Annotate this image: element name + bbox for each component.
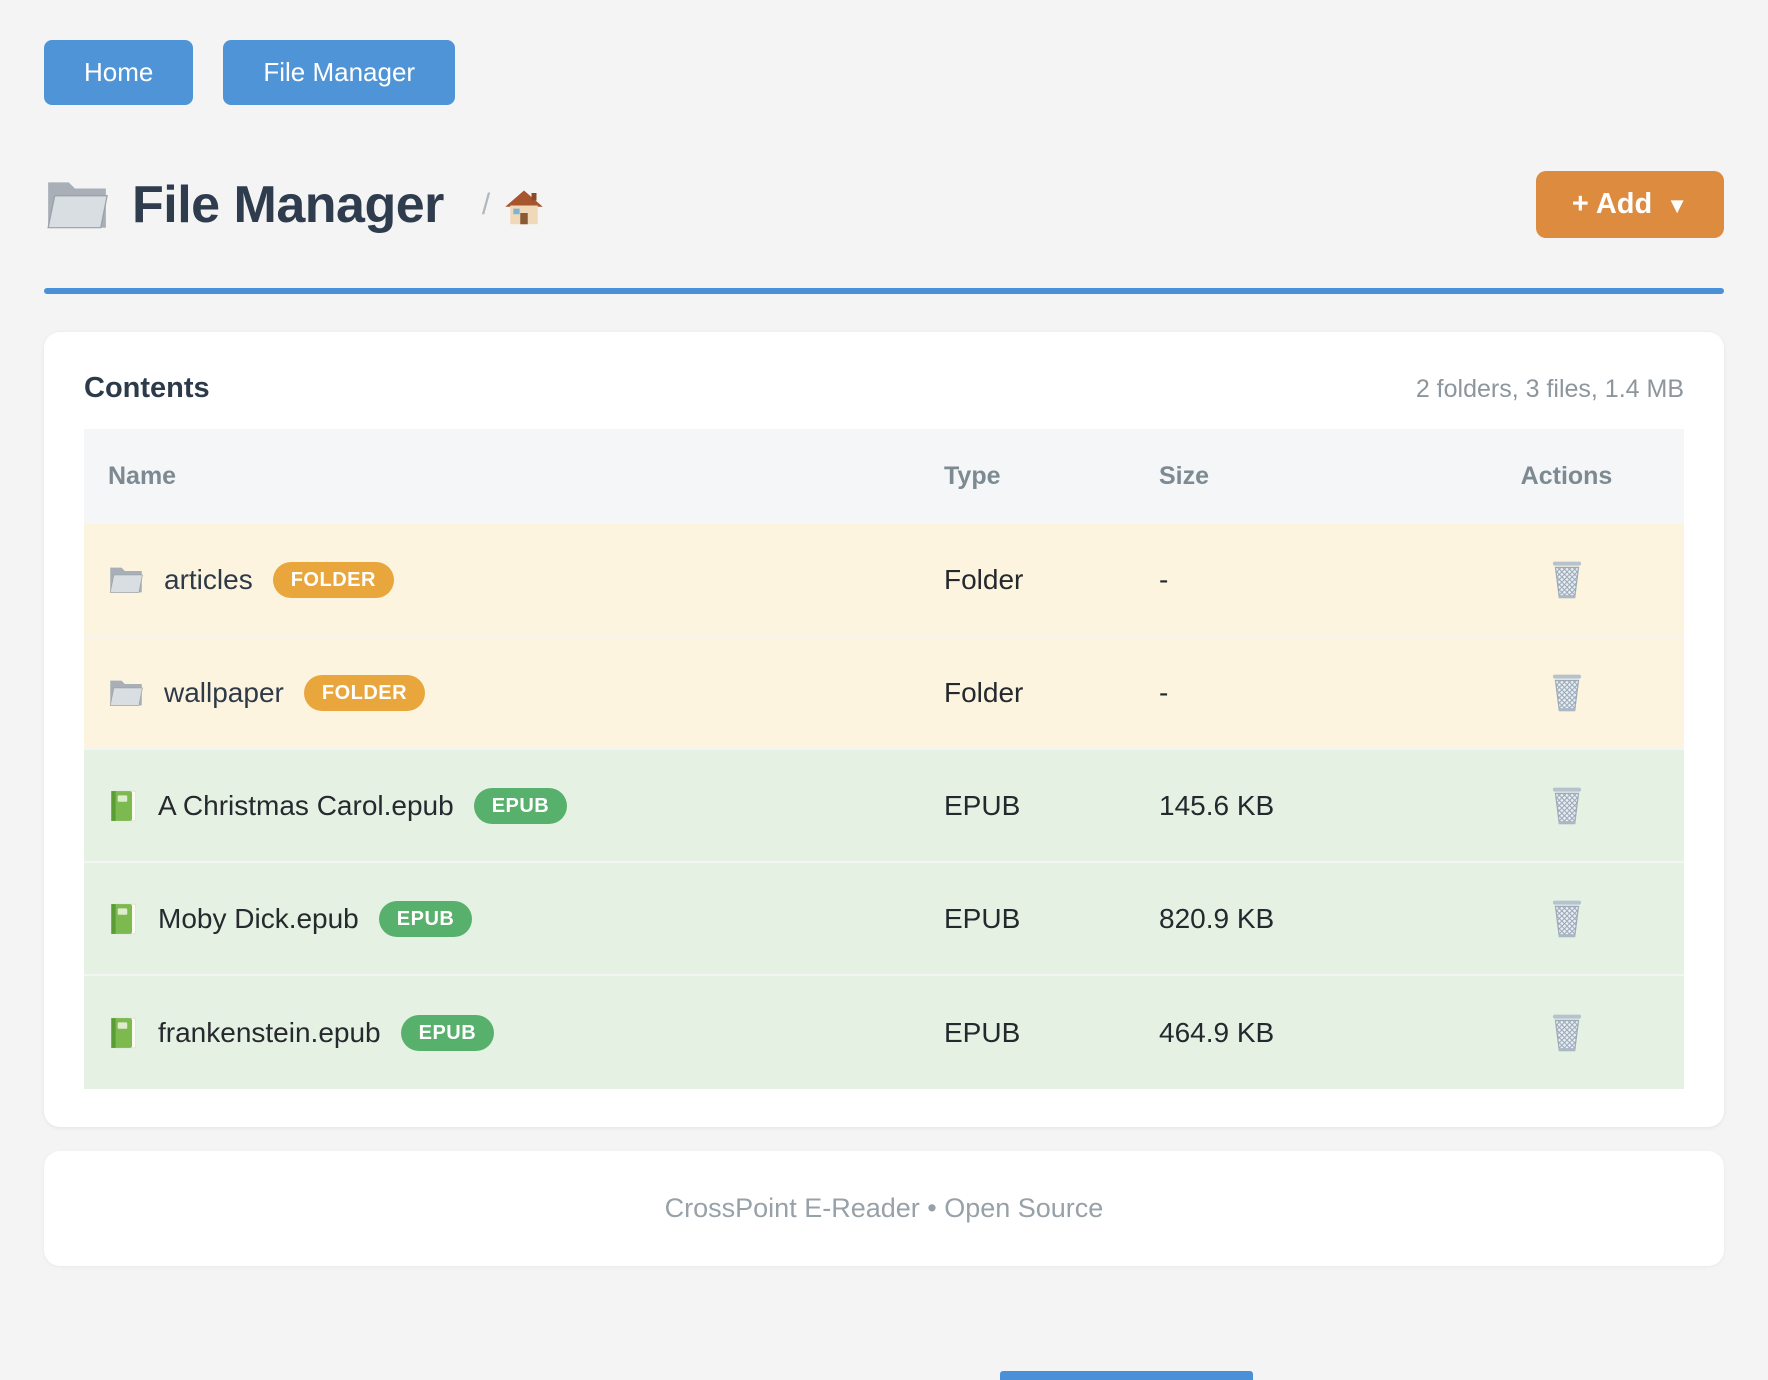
row-actions-cell [1449, 555, 1684, 604]
contents-card: Contents 2 folders, 3 files, 1.4 MB Name… [44, 332, 1724, 1127]
row-type: EPUB [944, 790, 1159, 822]
folder-icon [44, 178, 110, 232]
delete-button[interactable] [1545, 781, 1589, 830]
nav-file-manager-button[interactable]: File Manager [223, 40, 455, 105]
footer-text: CrossPoint E-Reader • Open Source [665, 1193, 1104, 1223]
clipped-bottom-element [1000, 1371, 1253, 1380]
trash-icon [1549, 898, 1585, 939]
row-actions-cell [1449, 1008, 1684, 1057]
row-name-label[interactable]: wallpaper [164, 677, 284, 709]
footer: CrossPoint E-Reader • Open Source [44, 1151, 1724, 1266]
green-book-icon [108, 902, 138, 936]
row-name-cell: Moby Dick.epub EPUB [84, 901, 944, 937]
row-name-cell: A Christmas Carol.epub EPUB [84, 788, 944, 824]
row-actions-cell [1449, 894, 1684, 943]
trash-icon [1549, 1012, 1585, 1053]
row-size: - [1159, 677, 1449, 709]
table-body: articles FOLDER Folder - [84, 524, 1684, 1089]
row-size: 820.9 KB [1159, 903, 1449, 935]
page-header: File Manager / + Add ▼ [44, 171, 1724, 238]
column-header-size: Size [1159, 462, 1449, 491]
row-name-label[interactable]: articles [164, 564, 253, 596]
delete-button[interactable] [1545, 555, 1589, 604]
table-row: A Christmas Carol.epub EPUB EPUB 145.6 K… [84, 750, 1684, 863]
contents-heading: Contents [84, 372, 210, 405]
row-size: 145.6 KB [1159, 790, 1449, 822]
delete-button[interactable] [1545, 668, 1589, 717]
row-name-cell: frankenstein.epub EPUB [84, 1015, 944, 1051]
row-name-label[interactable]: A Christmas Carol.epub [158, 790, 454, 822]
row-actions-cell [1449, 668, 1684, 717]
contents-card-header: Contents 2 folders, 3 files, 1.4 MB [84, 372, 1684, 405]
nav-home-button[interactable]: Home [44, 40, 193, 105]
breadcrumb-separator: / [482, 188, 490, 222]
row-size: 464.9 KB [1159, 1017, 1449, 1049]
folder-icon [108, 677, 144, 709]
add-button[interactable]: + Add ▼ [1536, 171, 1724, 238]
trash-icon [1549, 559, 1585, 600]
green-book-icon [108, 1016, 138, 1050]
delete-button[interactable] [1545, 894, 1589, 943]
row-badge: EPUB [379, 901, 473, 937]
row-badge: EPUB [401, 1015, 495, 1051]
row-badge: FOLDER [273, 562, 394, 598]
row-name-cell: wallpaper FOLDER [84, 675, 944, 711]
table-header-row: Name Type Size Actions [84, 429, 1684, 524]
page-title: File Manager [132, 175, 444, 235]
row-name-label[interactable]: frankenstein.epub [158, 1017, 381, 1049]
trash-icon [1549, 672, 1585, 713]
folder-icon [108, 564, 144, 596]
row-type: Folder [944, 564, 1159, 596]
delete-button[interactable] [1545, 1008, 1589, 1057]
row-type: EPUB [944, 903, 1159, 935]
row-name-label[interactable]: Moby Dick.epub [158, 903, 359, 935]
row-type: EPUB [944, 1017, 1159, 1049]
chevron-down-icon: ▼ [1666, 193, 1688, 219]
header-divider [44, 288, 1724, 294]
table-row: articles FOLDER Folder - [84, 524, 1684, 637]
column-header-actions: Actions [1449, 462, 1684, 491]
row-badge: FOLDER [304, 675, 425, 711]
table-row: wallpaper FOLDER Folder - [84, 637, 1684, 750]
table-row: Moby Dick.epub EPUB EPUB 820.9 KB [84, 863, 1684, 976]
file-table: Name Type Size Actions articles FOLDER F… [84, 429, 1684, 1089]
top-nav: Home File Manager [44, 0, 1724, 105]
row-actions-cell [1449, 781, 1684, 830]
title-group: File Manager / [44, 175, 544, 235]
table-row: frankenstein.epub EPUB EPUB 464.9 KB [84, 976, 1684, 1089]
house-icon[interactable] [504, 189, 544, 227]
row-size: - [1159, 564, 1449, 596]
trash-icon [1549, 785, 1585, 826]
row-type: Folder [944, 677, 1159, 709]
row-name-cell: articles FOLDER [84, 562, 944, 598]
contents-summary: 2 folders, 3 files, 1.4 MB [1416, 375, 1684, 404]
column-header-name: Name [84, 462, 944, 491]
green-book-icon [108, 789, 138, 823]
column-header-type: Type [944, 462, 1159, 491]
add-button-label: + Add [1572, 188, 1652, 221]
row-badge: EPUB [474, 788, 568, 824]
